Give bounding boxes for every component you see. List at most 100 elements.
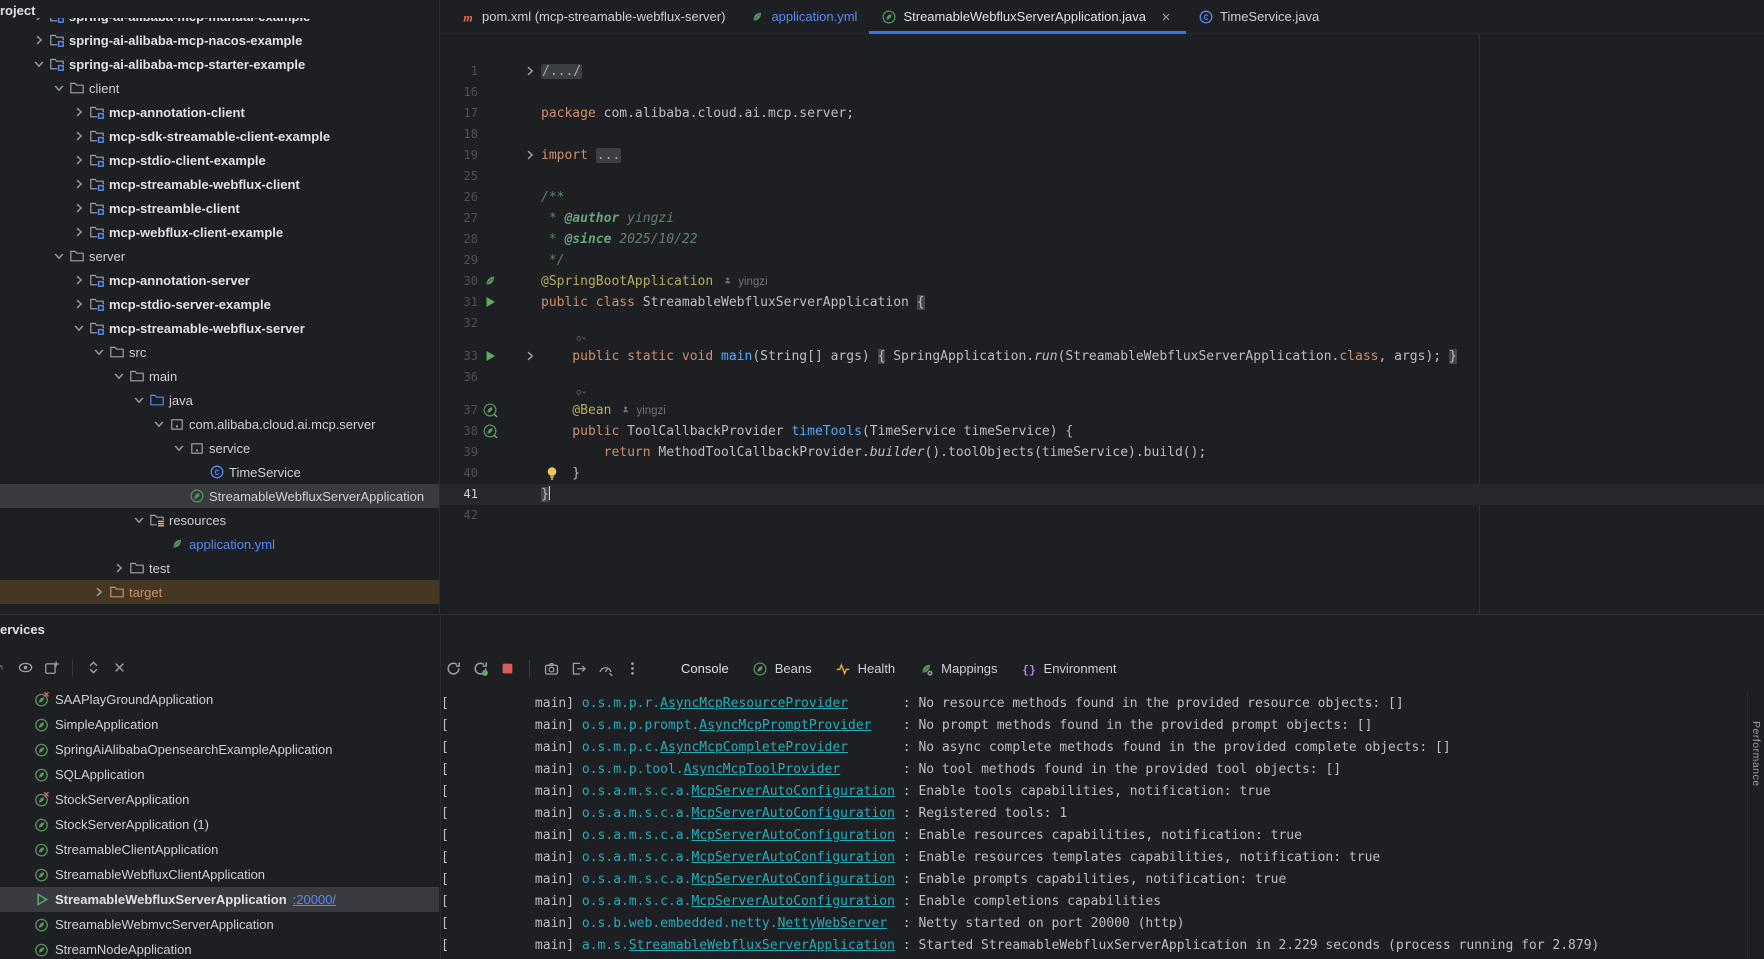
tree-row-mcp-stdio-client-example[interactable]: mcp-stdio-client-example [0, 148, 439, 172]
tree-row-test[interactable]: test [0, 556, 439, 580]
spring-leaf-icon[interactable] [482, 273, 498, 289]
code-line-41[interactable]: 41} [440, 484, 1764, 505]
code-vision-inlay[interactable] [440, 388, 1764, 400]
service-row-StreamableWebfluxClientApplication[interactable]: StreamableWebfluxClientApplication [0, 862, 439, 887]
code-line-39[interactable]: 39 return MethodToolCallbackProvider.bui… [440, 442, 1764, 463]
chevron-right-icon[interactable] [70, 152, 88, 168]
logger-link[interactable]: McpServerAutoConfiguration [691, 850, 895, 865]
service-row-StreamableWebmvcServerApplication[interactable]: StreamableWebmvcServerApplication [0, 912, 439, 937]
logger-link[interactable]: McpServerAutoConfiguration [691, 806, 895, 821]
stop-icon[interactable] [499, 660, 516, 677]
chevron-right-icon[interactable] [70, 224, 88, 240]
code-line-18[interactable]: 18 [440, 124, 1764, 145]
services-panel-header[interactable]: ervices [0, 615, 45, 644]
code-vision-inlay[interactable] [440, 334, 1764, 346]
run-icon[interactable] [482, 294, 498, 310]
code-line-26[interactable]: 26/** [440, 187, 1764, 208]
chevron-down-icon[interactable] [110, 368, 128, 384]
tree-row-resources[interactable]: resources [0, 508, 439, 532]
tree-row-main[interactable]: main [0, 364, 439, 388]
logger-link[interactable]: McpServerAutoConfiguration [691, 784, 895, 799]
code-line-28[interactable]: 28 * @since 2025/10/22 [440, 229, 1764, 250]
spring-bean-icon[interactable] [482, 423, 498, 439]
thread-dump-icon[interactable] [543, 660, 560, 677]
tree-row-mcp-stdio-server-example[interactable]: mcp-stdio-server-example [0, 292, 439, 316]
chevron-right-icon[interactable] [70, 128, 88, 144]
tree-row-StreamableWebfluxServerApplication[interactable]: StreamableWebfluxServerApplication [0, 484, 439, 508]
collapse-all-icon[interactable] [111, 659, 128, 676]
console-tab-Console[interactable]: Console [675, 661, 735, 676]
chevron-down-icon[interactable] [150, 416, 168, 432]
tree-row-server[interactable]: server [0, 244, 439, 268]
logger-link[interactable]: AsyncMcpToolProvider [684, 762, 841, 777]
detach-icon[interactable] [570, 660, 587, 677]
code-line-32[interactable]: 32 [440, 313, 1764, 334]
code-line-31[interactable]: 31public class StreamableWebfluxServerAp… [440, 292, 1764, 313]
chevron-down-icon[interactable] [50, 248, 68, 264]
service-row-StockServerApplication[interactable]: StockServerApplication [0, 787, 439, 812]
service-row-StockServerApplication (1)[interactable]: StockServerApplication (1) [0, 812, 439, 837]
fold-marker-icon[interactable] [522, 348, 536, 364]
service-row-StreamableClientApplication[interactable]: StreamableClientApplication [0, 837, 439, 862]
editor-tab-pom.xml (mcp-streamable-webflux-server)[interactable]: mpom.xml (mcp-streamable-webflux-server) [448, 0, 737, 33]
service-row-SAAPlayGroundApplication[interactable]: SAAPlayGroundApplication [0, 687, 439, 712]
tree-row-service[interactable]: service [0, 436, 439, 460]
run-icon[interactable] [482, 348, 498, 364]
editor-tab-TimeService.java[interactable]: CTimeService.java [1186, 0, 1331, 33]
code-line-27[interactable]: 27 * @author yingzi [440, 208, 1764, 229]
tree-row-mcp-streamable-webflux-server[interactable]: mcp-streamable-webflux-server [0, 316, 439, 340]
code-line-40[interactable]: 40 } [440, 463, 1764, 484]
chevron-down-icon[interactable] [90, 344, 108, 360]
chevron-right-icon[interactable] [30, 32, 48, 48]
tree-row-application.yml[interactable]: application.yml [0, 532, 439, 556]
console-tab-Environment[interactable]: {}Environment [1014, 661, 1123, 677]
code-line-17[interactable]: 17package com.alibaba.cloud.ai.mcp.serve… [440, 103, 1764, 124]
chevron-down-icon[interactable] [70, 320, 88, 336]
add-service-icon[interactable] [43, 659, 60, 676]
chevron-right-icon[interactable] [70, 104, 88, 120]
code-line-19[interactable]: 19import ... [440, 145, 1764, 166]
code-line-30[interactable]: 30@SpringBootApplicationyingzi [440, 271, 1764, 292]
gauge-icon[interactable] [597, 660, 614, 677]
expand-all-icon[interactable] [85, 659, 102, 676]
project-panel-header[interactable]: roject [0, 0, 439, 18]
tree-row-client[interactable]: client [0, 76, 439, 100]
chevron-down-icon[interactable] [130, 512, 148, 528]
code-line-37[interactable]: 37 @Beanyingzi [440, 400, 1764, 421]
code-line-38[interactable]: 38 public ToolCallbackProvider timeTools… [440, 421, 1764, 442]
chevron-right-icon[interactable] [70, 296, 88, 312]
code-line-42[interactable]: 42 [440, 505, 1764, 526]
restart-icon[interactable] [472, 660, 489, 677]
tree-row-TimeService[interactable]: CTimeService [0, 460, 439, 484]
editor-tab-StreamableWebfluxServerApplication.java[interactable]: StreamableWebfluxServerApplication.java [869, 0, 1186, 33]
tree-row-java[interactable]: java [0, 388, 439, 412]
service-row-SQLApplication[interactable]: SQLApplication [0, 762, 439, 787]
logger-link[interactable]: McpServerAutoConfiguration [691, 872, 895, 887]
inlay-usages-icon[interactable] [572, 389, 590, 399]
code-line-29[interactable]: 29 */ [440, 250, 1764, 271]
code-line-25[interactable]: 25 [440, 166, 1764, 187]
chevron-right-icon[interactable] [70, 200, 88, 216]
tree-row-mcp-streamble-client[interactable]: mcp-streamble-client [0, 196, 439, 220]
tree-row-src[interactable]: src [0, 340, 439, 364]
editor-tab-application.yml[interactable]: application.yml [737, 0, 869, 33]
inlay-usages-icon[interactable] [572, 335, 590, 345]
chevron-down-icon[interactable] [30, 56, 48, 72]
logger-link[interactable]: McpServerAutoConfiguration [691, 894, 895, 909]
tree-row-spring-ai-alibaba-mcp-nacos-example[interactable]: spring-ai-alibaba-mcp-nacos-example [0, 28, 439, 52]
tree-row-com.alibaba.cloud.ai.mcp.server[interactable]: com.alibaba.cloud.ai.mcp.server [0, 412, 439, 436]
tree-row-spring-ai-alibaba-mcp-starter-example[interactable]: spring-ai-alibaba-mcp-starter-example [0, 52, 439, 76]
code-line-1[interactable]: 1/.../ [440, 61, 1764, 82]
rerun-icon[interactable] [445, 660, 462, 677]
more-icon[interactable] [624, 660, 641, 677]
service-row-SimpleApplication[interactable]: SimpleApplication [0, 712, 439, 737]
service-row-StreamNodeApplication[interactable]: StreamNodeApplication [0, 937, 439, 959]
tree-row-mcp-webflux-client-example[interactable]: mcp-webflux-client-example [0, 220, 439, 244]
tree-row-mcp-sdk-streamable-client-example[interactable]: mcp-sdk-streamable-client-example [0, 124, 439, 148]
logger-link[interactable]: AsyncMcpCompleteProvider [660, 740, 848, 755]
code-line-36[interactable]: 36 [440, 367, 1764, 388]
performance-stripe-button[interactable]: Performance [1750, 721, 1762, 787]
eye-icon[interactable] [17, 659, 34, 676]
fold-marker-icon[interactable] [522, 147, 536, 163]
chevron-right-icon[interactable] [70, 176, 88, 192]
